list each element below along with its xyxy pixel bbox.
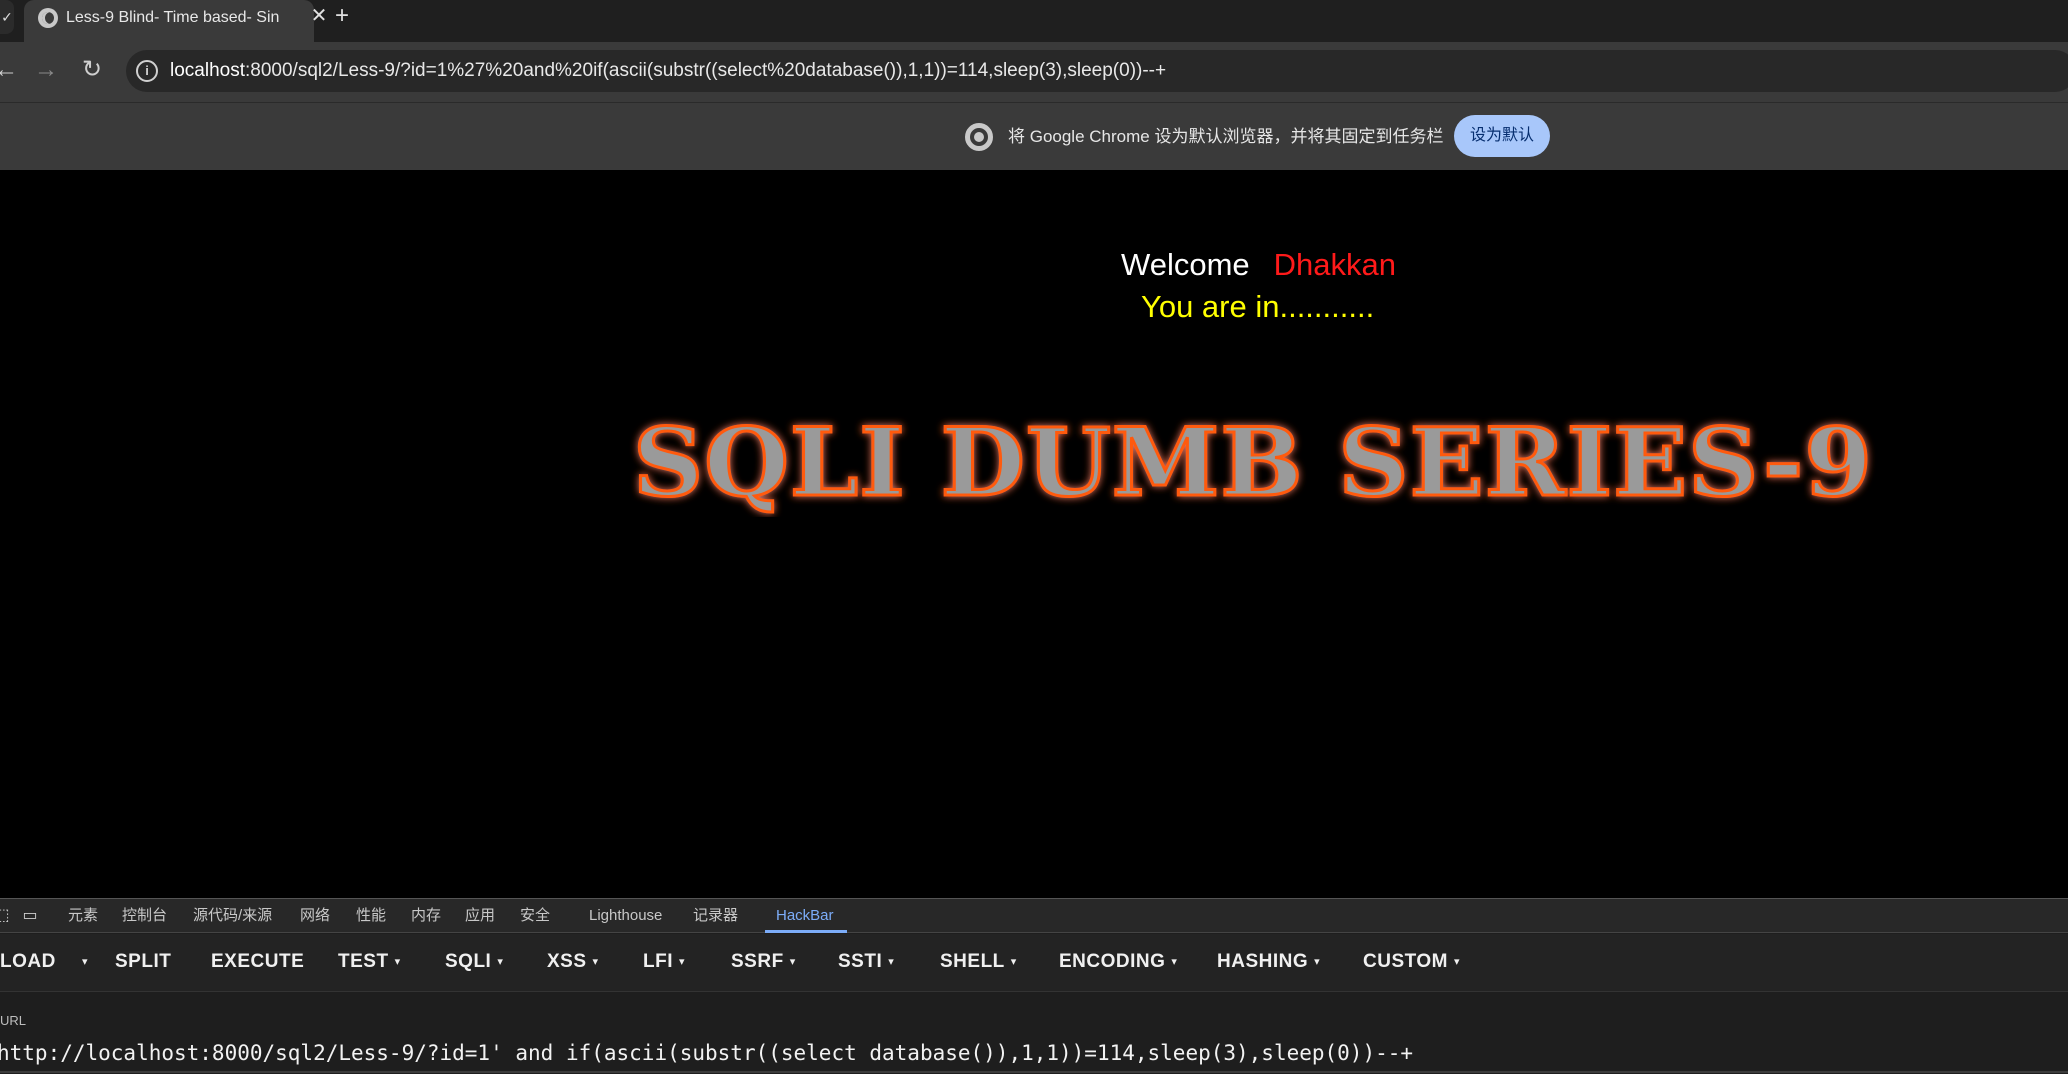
address-bar-url[interactable]: localhost:8000/sql2/Less-9/?id=1%27%20an… — [170, 59, 1166, 83]
hackbar-xss-menu[interactable]: XSS ▾ — [547, 948, 599, 976]
globe-icon — [38, 8, 58, 28]
devtools-tab-memory[interactable]: 内存 — [411, 905, 441, 927]
hackbar-ssti-menu[interactable]: SSTI ▾ — [838, 948, 894, 976]
hackbar-custom-menu[interactable]: CUSTOM ▾ — [1363, 948, 1460, 976]
hackbar-sqli-menu[interactable]: SQLI ▾ — [445, 948, 503, 976]
devtools-tab-bar: ⬚ ▭ 元素 控制台 源代码/来源 网络 性能 内存 应用 安全 Lightho… — [0, 899, 2068, 933]
hackbar-lfi-label: LFI — [643, 951, 673, 973]
active-tab-indicator — [765, 930, 847, 933]
hackbar-url-input-border — [0, 1071, 2068, 1073]
devtools-tab-performance[interactable]: 性能 — [356, 905, 386, 927]
browser-tab-active[interactable]: Less-9 Blind- Time based- Sin ✕ — [24, 0, 327, 42]
hackbar-test-label: TEST — [338, 951, 389, 973]
hackbar-ssrf-menu[interactable]: SSRF ▾ — [731, 948, 796, 976]
chevron-down-icon: ▾ — [679, 956, 686, 968]
hackbar-hashing-label: HASHING — [1217, 951, 1309, 973]
hackbar-execute-button[interactable]: EXECUTE — [211, 948, 304, 976]
url-path: :8000/sql2/Less-9/?id=1%27%20and%20if(as… — [245, 60, 1167, 81]
chevron-down-icon: ▾ — [497, 956, 504, 968]
hackbar-load-button[interactable]: LOAD — [0, 948, 56, 976]
hackbar-encoding-label: ENCODING — [1059, 951, 1166, 973]
url-host: localhost — [170, 60, 245, 81]
device-toolbar-icon[interactable]: ▭ — [20, 906, 40, 926]
browser-toolbar: ← → ↻ i localhost:8000/sql2/Less-9/?id=1… — [0, 42, 2068, 102]
forward-button[interactable]: → — [30, 54, 62, 86]
welcome-line: Welcome Dhakkan — [1121, 245, 1396, 285]
chrome-logo-icon — [965, 123, 993, 151]
hackbar-hashing-menu[interactable]: HASHING ▾ — [1217, 948, 1320, 976]
chevron-down-icon: ▾ — [1314, 956, 1321, 968]
hackbar-xss-label: XSS — [547, 951, 587, 973]
welcome-username: Dhakkan — [1273, 247, 1396, 282]
chevron-down-icon: ▾ — [592, 956, 599, 968]
hackbar-custom-label: CUSTOM — [1363, 951, 1448, 973]
chevron-down-icon: ▾ — [1171, 956, 1178, 968]
hackbar-url-label: URL — [0, 1013, 27, 1028]
chevron-down-icon: ▾ — [789, 956, 796, 968]
hackbar-encoding-menu[interactable]: ENCODING ▾ — [1059, 948, 1177, 976]
inspect-element-icon[interactable]: ⬚ — [0, 906, 12, 926]
back-button[interactable]: ← — [0, 54, 22, 86]
hackbar-sqli-label: SQLI — [445, 951, 492, 973]
hackbar-shell-label: SHELL — [940, 951, 1005, 973]
hackbar-shell-menu[interactable]: SHELL ▾ — [940, 948, 1017, 976]
hackbar-split-button[interactable]: SPLIT — [115, 948, 171, 976]
devtools-tab-security[interactable]: 安全 — [520, 905, 550, 927]
page-content: Welcome Dhakkan You are in........... SQL… — [0, 171, 2068, 898]
reload-button[interactable]: ↻ — [76, 54, 108, 86]
hackbar-toolbar: LOAD ▾ SPLIT EXECUTE TEST ▾ SQLI ▾ XSS ▾ LF… — [0, 934, 2068, 992]
devtools-tab-console[interactable]: 控制台 — [122, 905, 167, 927]
hackbar-url-input[interactable]: http://localhost:8000/sql2/Less-9/?id=1'… — [0, 1039, 2068, 1067]
hackbar-ssrf-label: SSRF — [731, 951, 784, 973]
devtools-tab-network[interactable]: 网络 — [300, 905, 330, 927]
chevron-down-icon: ▾ — [82, 956, 89, 968]
hackbar-load-dropdown[interactable]: ▾ — [76, 948, 88, 976]
hackbar-lfi-menu[interactable]: LFI ▾ — [643, 948, 685, 976]
tab-strip: ✓ Less-9 Blind- Time based- Sin ✕ + — [0, 0, 2068, 42]
infobar-message: 将 Google Chrome 设为默认浏览器，并将其固定到任务栏 — [1008, 127, 1444, 146]
sqli-dumb-series-banner: SQLI DUMB SERIES-9 — [632, 407, 1874, 517]
devtools-tab-application[interactable]: 应用 — [465, 905, 495, 927]
chevron-down-icon: ▾ — [1010, 956, 1017, 968]
new-tab-button[interactable]: + — [328, 2, 356, 30]
default-browser-infobar: 将 Google Chrome 设为默认浏览器，并将其固定到任务栏 设为默认 — [0, 102, 2068, 170]
chevron-down-icon: ▾ — [888, 956, 895, 968]
set-default-button[interactable]: 设为默认 — [1454, 115, 1550, 157]
devtools-tab-recorder[interactable]: 记录器 — [693, 905, 738, 927]
devtools-tab-lighthouse[interactable]: Lighthouse — [589, 905, 662, 927]
site-info-icon[interactable]: i — [136, 60, 158, 82]
hackbar-ssti-label: SSTI — [838, 951, 883, 973]
devtools-tab-elements[interactable]: 元素 — [68, 905, 98, 927]
chevron-down-icon: ▾ — [1453, 956, 1461, 968]
hackbar-test-menu[interactable]: TEST ▾ — [338, 948, 401, 976]
devtools-tab-sources[interactable]: 源代码/来源 — [193, 905, 272, 927]
status-message: You are in........... — [1141, 289, 1375, 324]
address-bar[interactable]: i localhost:8000/sql2/Less-9/?id=1%27%20… — [126, 50, 2068, 92]
tab-title: Less-9 Blind- Time based- Sin — [66, 9, 280, 26]
welcome-text: Welcome — [1121, 247, 1250, 282]
devtools-panel: ⬚ ▭ 元素 控制台 源代码/来源 网络 性能 内存 应用 安全 Lightho… — [0, 898, 2068, 1074]
banner-text: SQLI DUMB SERIES-9 — [633, 408, 1873, 517]
chevron-down-icon: ▾ — [394, 956, 401, 968]
tab-search-button[interactable]: ✓ — [0, 0, 14, 34]
devtools-tab-hackbar[interactable]: HackBar — [776, 905, 834, 927]
